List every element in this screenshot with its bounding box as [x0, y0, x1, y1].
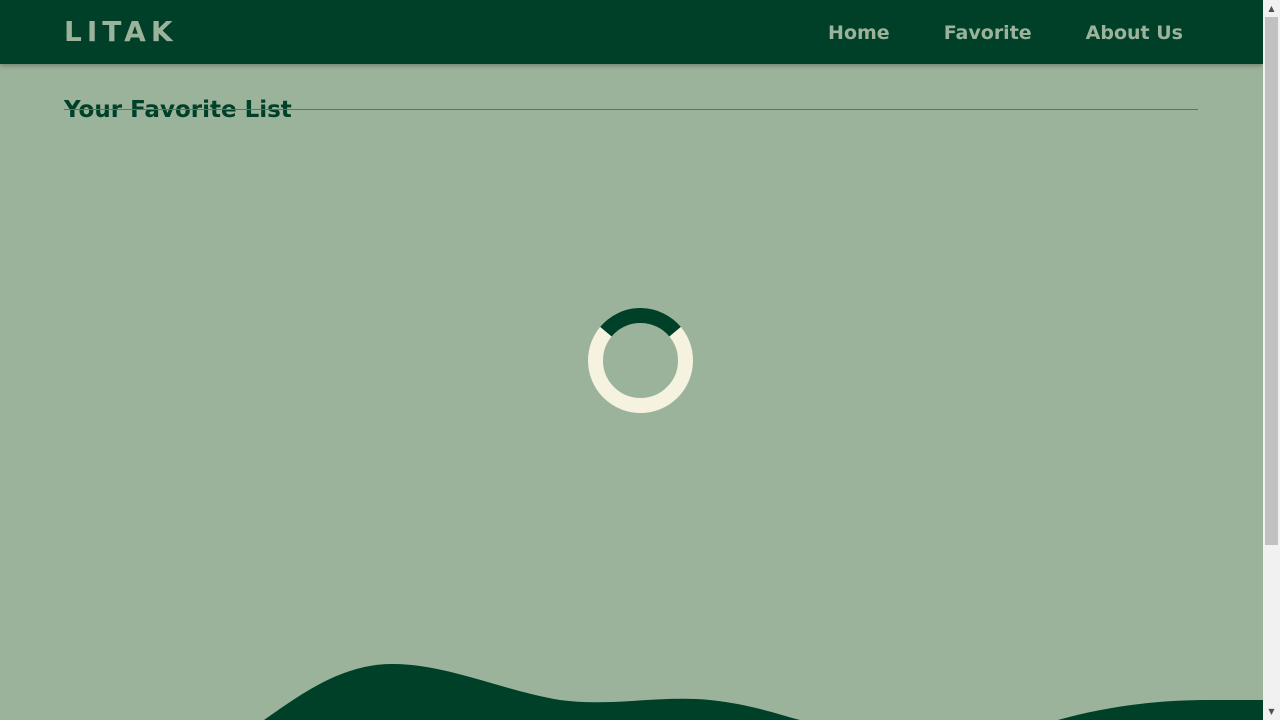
loading-spinner-icon [588, 308, 693, 413]
title-divider [64, 109, 1198, 110]
page-title: Your Favorite List [64, 97, 292, 124]
nav-links: Home Favorite About Us [774, 18, 1183, 48]
vertical-scrollbar[interactable]: ▲ ▼ [1263, 0, 1280, 720]
brand-logo[interactable]: LITAK [64, 14, 178, 50]
scroll-thumb[interactable] [1265, 17, 1278, 545]
scroll-down-icon[interactable]: ▼ [1263, 703, 1280, 720]
page: LITAK Home Favorite About Us Your Favori… [0, 0, 1263, 720]
nav-link-home[interactable]: Home [828, 18, 890, 48]
navbar: LITAK Home Favorite About Us [0, 0, 1263, 64]
nav-link-favorite[interactable]: Favorite [944, 18, 1032, 48]
scroll-up-icon[interactable]: ▲ [1263, 0, 1280, 17]
footer-wave [264, 663, 1263, 720]
spinner-arc [600, 308, 681, 337]
nav-link-about-us[interactable]: About Us [1086, 18, 1183, 48]
